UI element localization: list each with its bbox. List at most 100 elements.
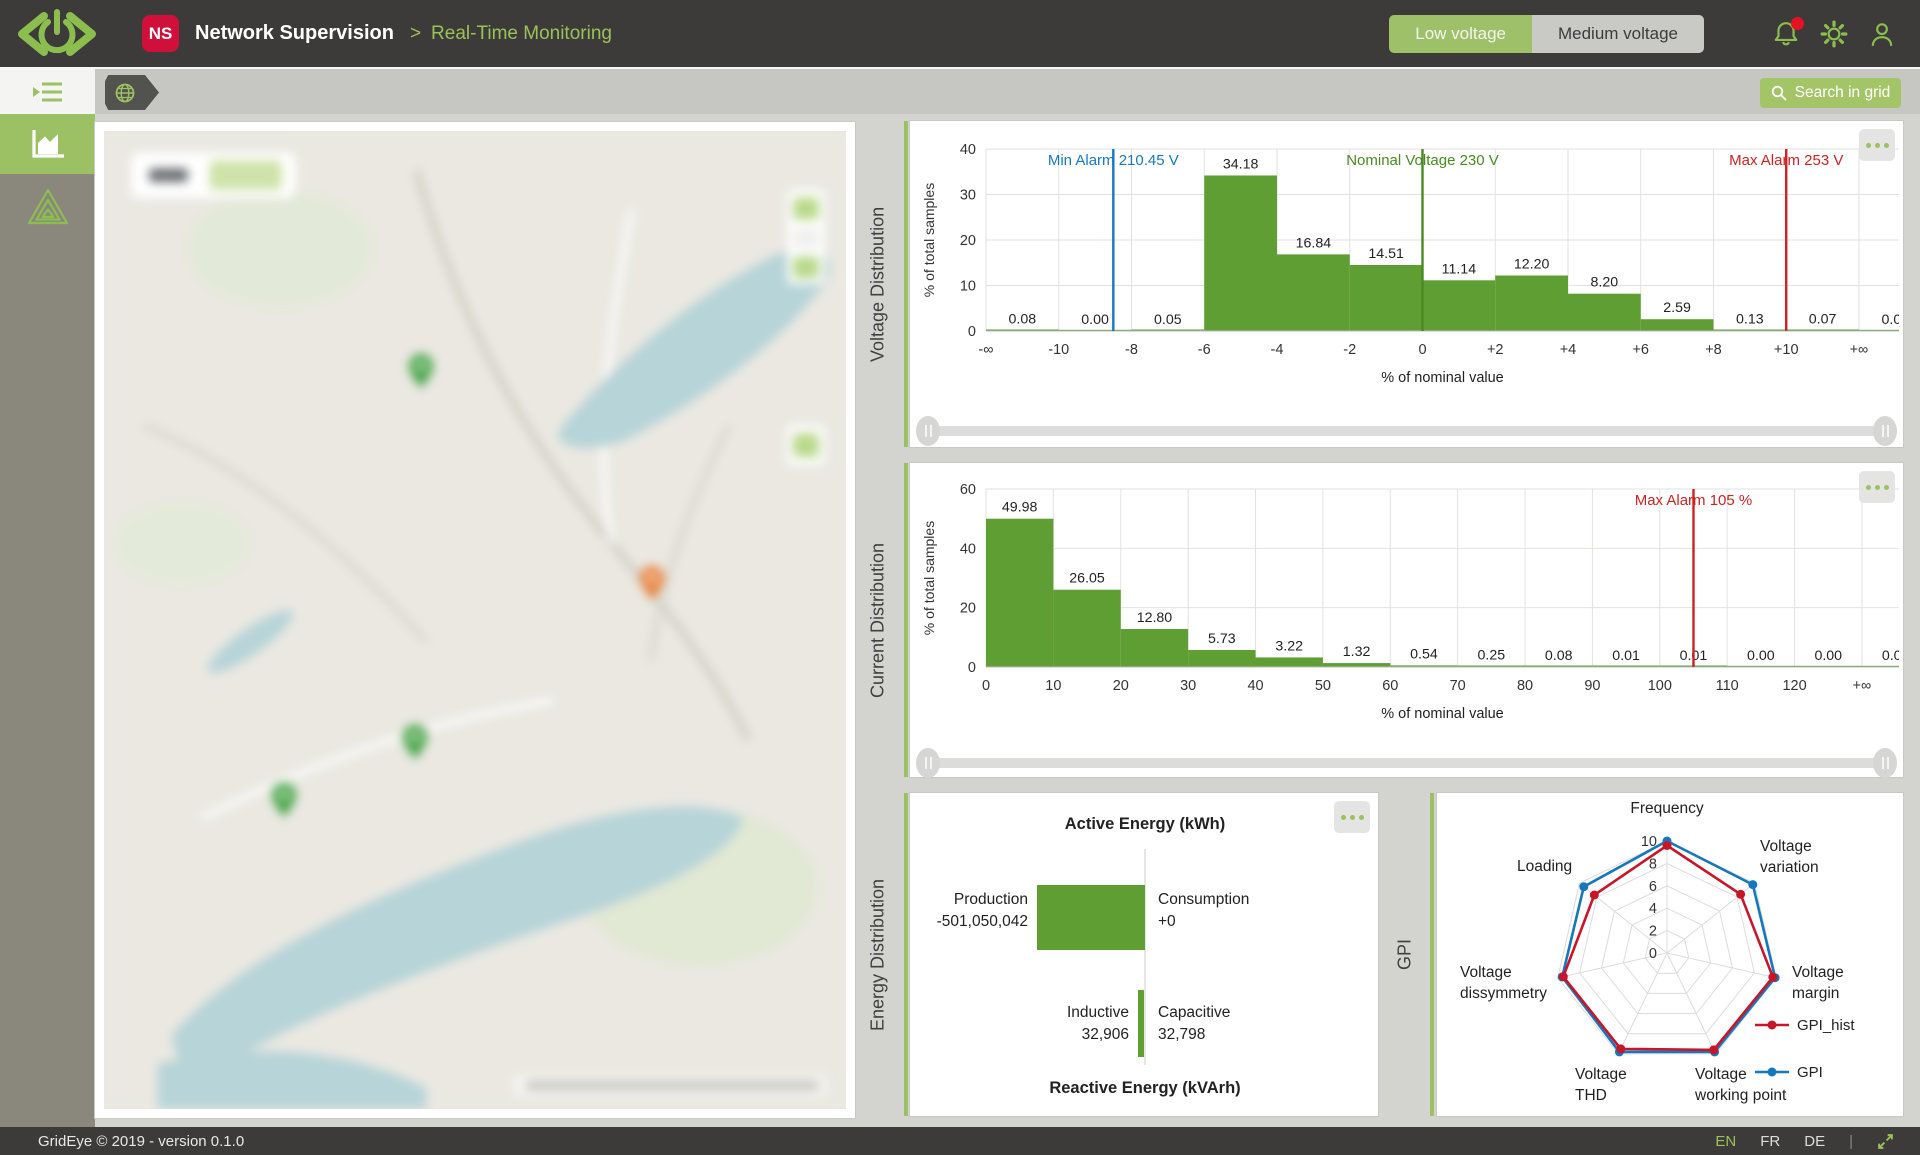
search-in-grid-button[interactable]: Search in grid — [1760, 78, 1901, 108]
footer: GridEye © 2019 - version 0.1.0 EN FR DE … — [0, 1127, 1920, 1155]
radar-web — [1558, 841, 1776, 1054]
svg-text:Max Alarm 105 %: Max Alarm 105 % — [1635, 492, 1753, 509]
current-panel: 0204060% of total samples49.9826.0512.80… — [910, 463, 1903, 777]
svg-text:-4: -4 — [1271, 342, 1284, 358]
language-en[interactable]: EN — [1715, 1133, 1736, 1150]
svg-text:Consumption: Consumption — [1158, 891, 1249, 908]
slider-handle-right[interactable] — [1873, 748, 1897, 778]
svg-text:30: 30 — [960, 188, 976, 204]
svg-text:Loading: Loading — [1517, 858, 1572, 875]
svg-text:0.00: 0.00 — [1814, 648, 1842, 664]
svg-text:+0: +0 — [1158, 913, 1176, 930]
section-label-energy: Energy Distribution — [856, 793, 900, 1116]
svg-text:Nominal Voltage 230 V: Nominal Voltage 230 V — [1346, 152, 1499, 169]
notification-dot — [1791, 17, 1804, 30]
map[interactable] — [104, 131, 846, 1109]
slider-handle-right[interactable] — [1873, 416, 1897, 446]
svg-text:Capacitive: Capacitive — [1158, 1004, 1230, 1021]
area-chart-icon — [30, 128, 66, 160]
ns-badge-text: NS — [149, 24, 173, 44]
map-marker[interactable] — [403, 725, 427, 759]
footer-separator: | — [1849, 1133, 1853, 1150]
legend-item: GPI_hist — [1755, 1017, 1855, 1034]
language-fr[interactable]: FR — [1760, 1133, 1780, 1150]
copyright-text: GridEye © 2019 - version 0.1.0 — [38, 1133, 244, 1150]
current-range-slider[interactable] — [910, 747, 1903, 779]
language-de[interactable]: DE — [1804, 1133, 1825, 1150]
svg-text:0.00: 0.00 — [1882, 648, 1899, 664]
svg-text:70: 70 — [1450, 678, 1466, 694]
svg-text:120: 120 — [1782, 678, 1806, 694]
map-marker[interactable] — [640, 566, 664, 600]
gpi-radar-chart: 0246810FrequencyVoltagevariationVoltagem… — [1437, 793, 1903, 1116]
svg-text:variation: variation — [1760, 859, 1819, 876]
bars: 0.080.000.0534.1816.8414.5111.1412.208.2… — [986, 156, 1899, 331]
panel-menu-button[interactable] — [1859, 129, 1895, 161]
voltage-range-slider[interactable] — [910, 415, 1903, 447]
user-icon — [1868, 20, 1896, 48]
sidebar-item-menu[interactable] — [0, 67, 95, 114]
current-histogram-chart: 0204060% of total samples49.9826.0512.80… — [914, 465, 1899, 751]
svg-text:+4: +4 — [1560, 342, 1577, 358]
ns-badge: NS — [142, 15, 179, 52]
svg-text:8: 8 — [1649, 856, 1657, 872]
svg-text:1.32: 1.32 — [1343, 644, 1371, 660]
svg-text:10: 10 — [960, 279, 976, 295]
panel-accent-bar — [904, 121, 908, 447]
svg-text:0.00: 0.00 — [1882, 312, 1899, 328]
svg-text:40: 40 — [960, 541, 976, 557]
svg-text:0.08: 0.08 — [1545, 648, 1573, 664]
svg-text:60: 60 — [960, 482, 976, 498]
sidebar-item-alerts[interactable] — [0, 174, 95, 240]
radar-series — [1558, 837, 1780, 1057]
svg-text:dissymmetry: dissymmetry — [1460, 985, 1547, 1002]
svg-text:60: 60 — [1382, 678, 1398, 694]
svg-text:+∞: +∞ — [1850, 342, 1869, 358]
svg-text:% of nominal value: % of nominal value — [1381, 706, 1504, 722]
breadcrumb-current[interactable]: Real-Time Monitoring — [431, 23, 612, 45]
triangle-alert-icon — [27, 188, 69, 226]
slider-handle-left[interactable] — [916, 416, 940, 446]
svg-text:Voltage: Voltage — [1575, 1066, 1627, 1083]
svg-text:0.00: 0.00 — [1747, 648, 1775, 664]
svg-text:Active Energy (kWh): Active Energy (kWh) — [1065, 815, 1225, 833]
svg-text:3.22: 3.22 — [1275, 638, 1303, 654]
fullscreen-button[interactable] — [1877, 1133, 1894, 1150]
map-marker[interactable] — [272, 783, 296, 817]
svg-text:32,798: 32,798 — [1158, 1026, 1205, 1043]
notifications-button[interactable] — [1772, 20, 1800, 48]
svg-text:50: 50 — [1315, 678, 1331, 694]
map-markers — [104, 131, 846, 1109]
medium-voltage-button[interactable]: Medium voltage — [1532, 15, 1704, 53]
svg-text:-10: -10 — [1048, 342, 1069, 358]
svg-text:Frequency: Frequency — [1630, 800, 1703, 817]
alarm-line: Max Alarm 105 % — [1635, 489, 1753, 667]
breadcrumb-separator: > — [410, 23, 421, 45]
svg-text:margin: margin — [1792, 985, 1839, 1002]
profile-button[interactable] — [1868, 20, 1896, 48]
svg-text:20: 20 — [1113, 678, 1129, 694]
bars: 49.9826.0512.805.733.221.320.540.250.080… — [986, 500, 1899, 667]
svg-text:0.00: 0.00 — [1081, 312, 1109, 328]
svg-text:0.05: 0.05 — [1154, 312, 1182, 328]
settings-button[interactable] — [1820, 20, 1848, 48]
svg-text:10: 10 — [1045, 678, 1061, 694]
svg-text:+6: +6 — [1632, 342, 1649, 358]
grid-overview-tab[interactable] — [105, 75, 159, 110]
panel-menu-button[interactable] — [1859, 471, 1895, 503]
map-marker[interactable] — [409, 354, 433, 388]
panel-accent-bar — [904, 793, 908, 1116]
energy-chart: Active Energy (kWh)Production-501,050,04… — [910, 793, 1378, 1116]
svg-text:+10: +10 — [1774, 342, 1799, 358]
svg-text:0.25: 0.25 — [1478, 647, 1506, 663]
panel-menu-button[interactable] — [1334, 801, 1370, 833]
low-voltage-button[interactable]: Low voltage — [1389, 15, 1532, 53]
search-label: Search in grid — [1795, 84, 1891, 102]
slider-track[interactable] — [928, 758, 1885, 768]
slider-track[interactable] — [928, 426, 1885, 436]
panel-accent-bar — [904, 463, 908, 777]
sidebar-item-monitoring[interactable] — [0, 114, 95, 174]
slider-handle-left[interactable] — [916, 748, 940, 778]
svg-text:32,906: 32,906 — [1082, 1026, 1129, 1043]
footer-actions: EN FR DE | — [1715, 1133, 1894, 1150]
